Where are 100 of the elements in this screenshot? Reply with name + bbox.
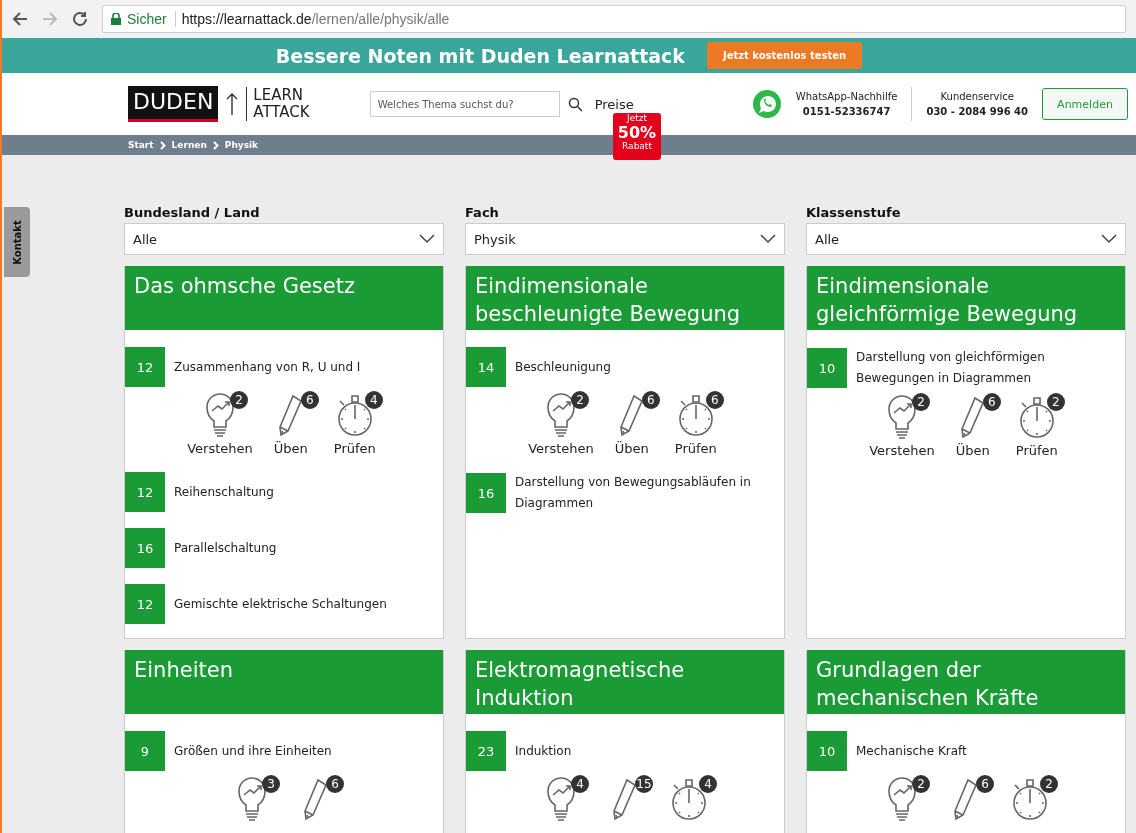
exercise-count: 16 bbox=[125, 528, 165, 568]
chevron-down-icon bbox=[1101, 234, 1117, 244]
filter-dropdown[interactable]: Physik bbox=[465, 223, 785, 255]
activity-link[interactable]: 2 Verstehen bbox=[187, 393, 253, 456]
breadcrumb-link[interactable]: Lernen bbox=[171, 140, 207, 150]
back-icon[interactable] bbox=[12, 11, 28, 27]
exercise-count: 10 bbox=[807, 731, 847, 771]
card-title: Eindimensionale beschleunigte Bewegung bbox=[466, 266, 784, 330]
activity-link[interactable]: 15 bbox=[599, 777, 651, 823]
exercise-count: 9 bbox=[125, 731, 165, 771]
count-badge: 3 bbox=[262, 775, 280, 793]
topic-link[interactable]: Reihenschaltung bbox=[174, 481, 284, 503]
card-title: Einheiten bbox=[125, 650, 443, 714]
card-title: Elektromagnetische Induktion bbox=[466, 650, 784, 714]
lock-icon bbox=[111, 13, 121, 25]
lightbulb-icon bbox=[888, 395, 916, 439]
activity-link[interactable]: 2 Verstehen bbox=[528, 393, 594, 456]
chevron-right-icon bbox=[212, 140, 219, 150]
learnattack-logo[interactable]: LEARN ATTACK bbox=[246, 87, 310, 121]
activity-link[interactable]: 3 bbox=[226, 777, 278, 823]
count-badge: 4 bbox=[699, 775, 717, 793]
search-field[interactable]: Welches Thema suchst du? bbox=[369, 91, 560, 117]
activity-link[interactable]: 4 bbox=[663, 777, 715, 823]
reload-icon[interactable] bbox=[72, 11, 88, 27]
count-badge: 6 bbox=[641, 391, 660, 409]
topic-link[interactable]: Größen und ihre Einheiten bbox=[174, 740, 342, 762]
arrow-up-icon bbox=[226, 92, 239, 116]
filter-label: Fach bbox=[465, 205, 500, 220]
exercise-count: 12 bbox=[125, 584, 165, 624]
search-icon[interactable] bbox=[567, 96, 583, 112]
topic-link[interactable]: Darstellung von Bewegungsabläufen in Diagrammen bbox=[515, 472, 784, 514]
breadcrumb-link[interactable]: Start bbox=[128, 140, 154, 150]
count-badge: 2 bbox=[912, 775, 930, 793]
whatsapp-contact[interactable]: WhatsApp-Nachhilfe 0151-52336747 bbox=[781, 91, 912, 117]
prices-link[interactable]: Preise bbox=[594, 96, 634, 112]
count-badge: 15 bbox=[635, 775, 653, 793]
service-contact[interactable]: Kundenservice 030 - 2084 996 40 bbox=[912, 91, 1042, 117]
activity-link[interactable]: 4 Prüfen bbox=[328, 393, 381, 456]
exercise-count: 14 bbox=[466, 347, 506, 387]
filter-label: Klassenstufe bbox=[806, 205, 902, 220]
filter-label: Bundesland / Land bbox=[124, 205, 261, 220]
stopwatch-icon bbox=[1010, 777, 1050, 821]
exercise-count: 10 bbox=[807, 348, 847, 388]
promo-text: Bessere Noten mit Duden Learnattack bbox=[275, 44, 685, 67]
discount-badge[interactable]: Jetzt 50% Rabatt bbox=[613, 113, 661, 160]
count-badge: 6 bbox=[982, 393, 1001, 411]
count-badge: 2 bbox=[912, 393, 930, 411]
lightbulb-icon bbox=[547, 777, 575, 821]
chevron-right-icon bbox=[159, 140, 166, 150]
card-title: Das ohmsche Gesetz bbox=[125, 266, 443, 330]
count-badge: 6 bbox=[705, 391, 724, 409]
lightbulb-icon bbox=[238, 777, 266, 821]
topic-link[interactable]: Beschleunigung bbox=[515, 356, 621, 378]
filter-dropdown[interactable]: Alle bbox=[124, 223, 444, 255]
exercise-count: 23 bbox=[466, 731, 506, 771]
pencil-icon bbox=[304, 777, 328, 821]
activity-link[interactable]: 2 bbox=[876, 777, 928, 823]
count-badge: 6 bbox=[326, 775, 344, 793]
login-button[interactable]: Anmelden bbox=[1042, 88, 1128, 120]
topic-link[interactable]: Zusammenhang von R, U und I bbox=[174, 356, 371, 378]
duden-logo[interactable]: DUDEN bbox=[128, 86, 219, 122]
pencil-icon bbox=[619, 393, 644, 437]
card-title: Grundlagen der mechanischen Kräfte bbox=[807, 650, 1125, 714]
activity-link[interactable]: 2 Verstehen bbox=[869, 395, 935, 458]
activity-link[interactable]: 6 Üben bbox=[946, 395, 999, 458]
topic-link[interactable]: Induktion bbox=[515, 740, 582, 762]
exercise-count: 12 bbox=[125, 347, 165, 387]
lightbulb-icon bbox=[888, 777, 916, 821]
exercise-count: 12 bbox=[125, 472, 165, 512]
breadcrumb-link[interactable]: Physik bbox=[224, 140, 259, 150]
count-badge: 6 bbox=[300, 391, 319, 409]
chevron-down-icon bbox=[419, 234, 435, 244]
exercise-count: 16 bbox=[466, 473, 506, 513]
topic-link[interactable]: Parallelschaltung bbox=[174, 537, 287, 559]
security-label: Sicher bbox=[127, 11, 176, 27]
topic-link[interactable]: Gemischte elektrische Schaltungen bbox=[174, 593, 397, 615]
chevron-down-icon bbox=[760, 234, 776, 244]
pencil-icon bbox=[960, 395, 985, 439]
activity-link[interactable]: 6 Prüfen bbox=[669, 393, 722, 456]
activity-link[interactable]: 6 Üben bbox=[605, 393, 658, 456]
address-bar[interactable]: Sicher https://learnattack.de/lernen/alle/physik/alle bbox=[102, 5, 1126, 33]
url-text: https://learnattack.de/lernen/alle/physik/alle bbox=[181, 11, 450, 27]
count-badge: 6 bbox=[976, 775, 994, 793]
activity-link[interactable]: 2 Prüfen bbox=[1010, 395, 1063, 458]
activity-link[interactable]: 4 bbox=[535, 777, 587, 823]
activity-link[interactable]: 6 Üben bbox=[264, 393, 317, 456]
lightbulb-icon bbox=[206, 393, 234, 437]
topic-link[interactable]: Mechanische Kraft bbox=[856, 740, 977, 762]
count-badge: 4 bbox=[571, 775, 589, 793]
contact-tab[interactable]: Kontakt bbox=[4, 207, 30, 277]
activity-link[interactable]: 6 bbox=[290, 777, 342, 823]
count-badge: 2 bbox=[230, 391, 248, 409]
activity-link[interactable]: 2 bbox=[1004, 777, 1056, 823]
activity-link[interactable]: 6 bbox=[940, 777, 992, 823]
count-badge: 2 bbox=[1040, 775, 1058, 793]
count-badge: 4 bbox=[364, 391, 383, 409]
lightbulb-icon bbox=[547, 393, 575, 437]
pencil-icon bbox=[613, 777, 637, 821]
topic-link[interactable]: Darstellung von gleichförmigen Bewegungen in Diagrammen bbox=[856, 347, 1125, 389]
filter-dropdown[interactable]: Alle bbox=[806, 223, 1126, 255]
